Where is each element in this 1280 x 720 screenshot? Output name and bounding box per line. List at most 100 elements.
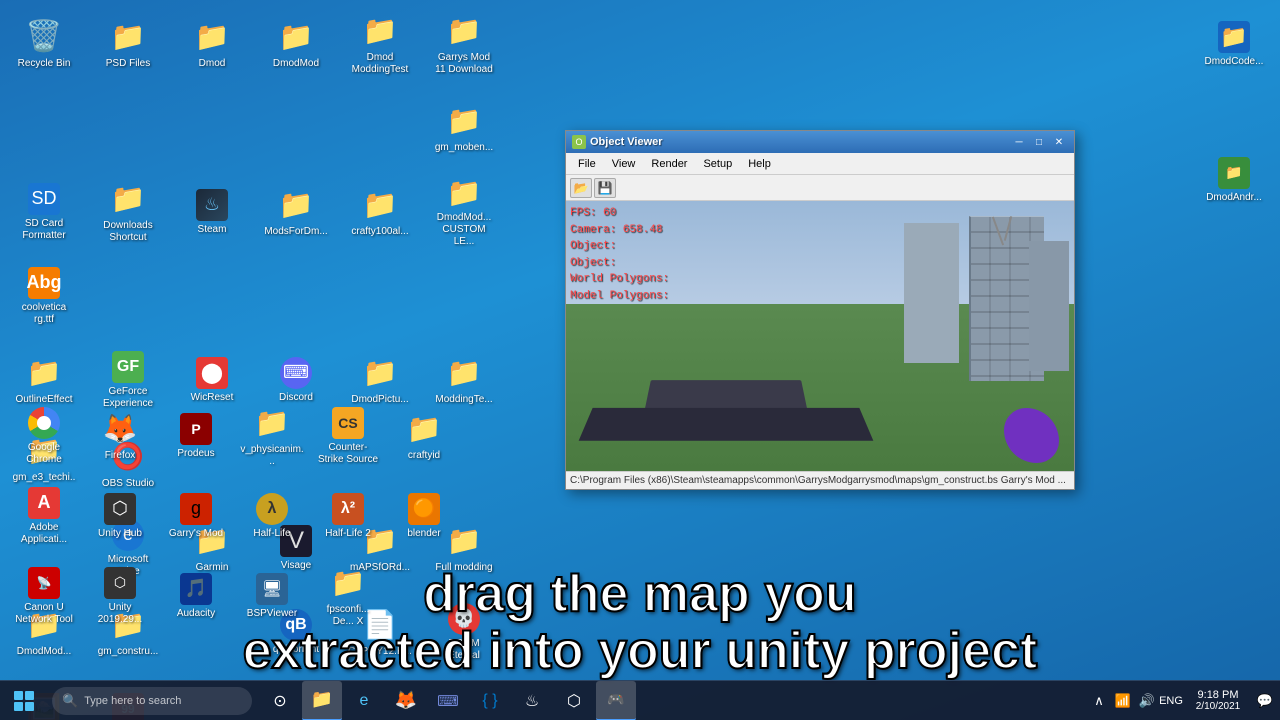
maximize-button[interactable]: □: [1030, 135, 1048, 149]
half-life1-label: Half-Life: [253, 528, 290, 540]
desktop-icon-gm-moben[interactable]: 📁 gm_moben...: [428, 92, 500, 164]
desktop-icon-psd-files[interactable]: 📁 PSD Files: [92, 8, 164, 80]
road2: [579, 408, 874, 441]
window-app-icon: O: [572, 135, 586, 149]
qbittorrent-label: qBittorrent: [273, 644, 319, 656]
hud-camera: Camera: 658.48: [570, 222, 669, 239]
steam-label: Steam: [198, 224, 227, 236]
desktop-icon-unity-2019[interactable]: ⬡ Unity 2019.29...: [84, 560, 156, 632]
taskbar-file-explorer[interactable]: 📁: [302, 681, 342, 720]
tray-input-lang[interactable]: ENG: [1160, 681, 1182, 720]
taskbar-pinned-apps: ⊙ 📁 e 🦊 ⌨ { } ♨ ⬡ 🎮: [260, 681, 636, 720]
desktop-icon-sd-card[interactable]: SD SD Card Formatter: [8, 176, 80, 248]
half-life2-icon: λ²: [332, 493, 364, 525]
audacity-icon: 🎵: [180, 573, 212, 605]
desktop-icon-coolvetica[interactable]: Abg coolvetica rg.ttf: [8, 260, 80, 332]
desktop-icon-doom[interactable]: 💀 DOOM Eternal: [428, 596, 500, 668]
desktop-icon-adobe[interactable]: A Adobe Applicati...: [8, 480, 80, 552]
desktop-icon-half-life2[interactable]: λ² Half-Life 2: [312, 480, 384, 552]
desktop-icon-garrys-mod2[interactable]: g Garry's Mod: [160, 480, 232, 552]
gm-moben-icon: 📁: [446, 103, 482, 139]
icon-row-bottom2: A Adobe Applicati... ⬡ Unity Hub g Garry…: [8, 480, 460, 552]
logo-sq3: [14, 702, 23, 711]
bspviewer-icon: 🖥: [256, 573, 288, 605]
desktop-icon-crafty100[interactable]: 📁 crafty100al...: [344, 176, 416, 248]
desktop-icon-dmod[interactable]: 📁 Dmod: [176, 8, 248, 80]
desktop: 🗑️ Recycle Bin 📁 PSD Files 📁 Dmod 📁 Dmod…: [0, 0, 1280, 720]
desktop-icon-fpscontfi[interactable]: 📁 fpsconfi... De... X: [312, 560, 384, 632]
desktop-icon-dmodcode[interactable]: 📁 DmodCode...: [1198, 8, 1270, 80]
craftyid-icon: 📁: [406, 411, 442, 447]
desktop-icon-bspviewer[interactable]: 🖥 BSPViewer: [236, 560, 308, 632]
tray-notifications[interactable]: 💬: [1254, 681, 1276, 720]
desktop-icon-craftyid[interactable]: 📁 craftyid: [388, 400, 460, 472]
minimize-button[interactable]: ─: [1010, 135, 1028, 149]
desktop-icon-counter-strike[interactable]: CS Counter-Strike Source: [312, 400, 384, 472]
desktop-icon-audacity[interactable]: 🎵 Audacity: [160, 560, 232, 632]
garrys-mod-dl-icon: 📁: [446, 13, 482, 49]
desktop-icon-firefox[interactable]: 🦊 Firefox: [84, 400, 156, 472]
desktop-icon-empty8: [260, 260, 332, 332]
desktop-icon-recycle-bin[interactable]: 🗑️ Recycle Bin: [8, 8, 80, 80]
window-titlebar: O Object Viewer ─ □ ✕: [566, 131, 1074, 153]
window-title-area: O Object Viewer: [572, 135, 663, 149]
counter-strike-label: Counter-Strike Source: [316, 442, 380, 466]
tray-volume[interactable]: 🔊: [1136, 681, 1158, 720]
desktop-icon-dmododandr[interactable]: 📁 DmodAndr...: [1198, 144, 1270, 216]
canon-label: Canon U Network Tool: [12, 602, 76, 626]
taskbar-cortana[interactable]: ⊙: [260, 681, 300, 720]
logo-sq1: [14, 691, 23, 700]
windows-logo-icon: [14, 691, 34, 711]
downloads-label: Downloads Shortcut: [96, 220, 160, 244]
fpscontfi-label: fpsconfi... De... X: [316, 604, 380, 628]
toolbar-save-btn[interactable]: 💾: [594, 178, 616, 198]
window-viewport[interactable]: FPS: 60 Camera: 658.48 Object: Object: W…: [566, 201, 1074, 471]
desktop-icon-dmod-modding-test[interactable]: 📁 Dmod ModdingTest: [344, 8, 416, 80]
desktop-icon-mods-for-dm[interactable]: 📁 ModsForDm...: [260, 176, 332, 248]
toolbar-open-btn[interactable]: 📂: [570, 178, 592, 198]
taskbar-edge[interactable]: e: [344, 681, 384, 720]
psd-files-icon: 📁: [110, 19, 146, 55]
dmodcode-icon: 📁: [1218, 21, 1250, 53]
desktop-icon-dmodmod-custom[interactable]: 📁 DmodMod... CUSTOM LE...: [428, 176, 500, 248]
system-tray: ∧ 📶 🔊 ENG 9:18 PM 2/10/2021 💬: [1088, 681, 1280, 720]
desktop-icon-canon[interactable]: 📡 Canon U Network Tool: [8, 560, 80, 632]
taskbar-object-viewer[interactable]: 🎮: [596, 681, 636, 720]
taskbar-discord[interactable]: ⌨: [428, 681, 468, 720]
system-clock[interactable]: 9:18 PM 2/10/2021: [1184, 681, 1252, 720]
desktop-icon-empty3: [176, 92, 248, 164]
dmod-modding-test-icon: 📁: [362, 13, 398, 49]
taskbar: 🔍 Type here to search ⊙ 📁 e 🦊 ⌨ { } ♨ ⬡ …: [0, 680, 1280, 720]
prodeus-label: Prodeus: [177, 448, 214, 460]
desktop-icon-v-physi[interactable]: 📁 v_physicanim...: [236, 400, 308, 472]
menu-view[interactable]: View: [604, 156, 644, 172]
adobe-icon: A: [28, 487, 60, 519]
desktop-icon-dmodmod[interactable]: 📁 DmodMod: [260, 8, 332, 80]
firefox-icon: 🦊: [102, 411, 138, 447]
taskbar-steam[interactable]: ♨: [512, 681, 552, 720]
dmod-andr-label: DmodAndr...: [1206, 192, 1262, 204]
desktop-icon-downloads[interactable]: 📁 Downloads Shortcut: [92, 176, 164, 248]
desktop-icon-steam[interactable]: ♨ Steam: [176, 176, 248, 248]
menu-setup[interactable]: Setup: [695, 156, 740, 172]
unity-hub-icon: ⬡: [104, 493, 136, 525]
desktop-icon-unity-hub[interactable]: ⬡ Unity Hub: [84, 480, 156, 552]
desktop-icon-half-life1[interactable]: λ Half-Life: [236, 480, 308, 552]
taskbar-unity[interactable]: ⬡: [554, 681, 594, 720]
taskbar-firefox[interactable]: 🦊: [386, 681, 426, 720]
audacity-label: Audacity: [177, 608, 215, 620]
tray-expand[interactable]: ∧: [1088, 681, 1110, 720]
window-statusbar: C:\Program Files (x86)\Steam\steamapps\c…: [566, 471, 1074, 489]
menu-render[interactable]: Render: [643, 156, 695, 172]
start-button[interactable]: [0, 681, 48, 720]
desktop-icon-garrys-mod[interactable]: 📁 Garrys Mod 11 Download: [428, 8, 500, 80]
desktop-icon-blender[interactable]: 🟠 blender: [388, 480, 460, 552]
tray-network[interactable]: 📶: [1112, 681, 1134, 720]
taskbar-search[interactable]: 🔍 Type here to search: [52, 687, 252, 715]
menu-file[interactable]: File: [570, 156, 604, 172]
taskbar-vscode[interactable]: { }: [470, 681, 510, 720]
desktop-icon-google-chrome[interactable]: Google Chrome: [8, 400, 80, 472]
menu-help[interactable]: Help: [740, 156, 779, 172]
close-button[interactable]: ✕: [1050, 135, 1068, 149]
desktop-icon-prodeus[interactable]: P Prodeus: [160, 400, 232, 472]
